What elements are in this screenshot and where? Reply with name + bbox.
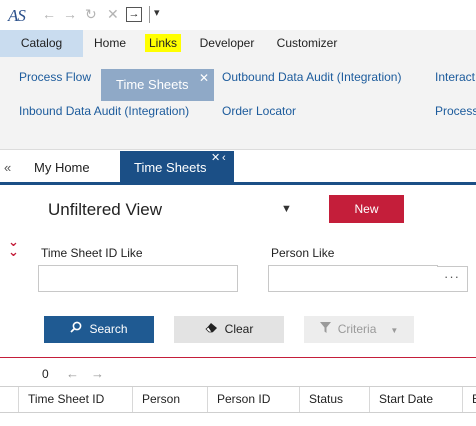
clear-button[interactable]: Clear bbox=[174, 316, 284, 343]
tab-customizer-label: Customizer bbox=[276, 36, 338, 50]
search-icon bbox=[70, 316, 82, 343]
document-tabs: « My Home Time Sheets ✕ ‹ bbox=[0, 151, 476, 185]
collapse-filters-icon[interactable]: ⌄ ⌄ bbox=[8, 235, 19, 258]
link-time-sheets-label: Time Sheets bbox=[116, 77, 189, 92]
title-bar: AS ← → ↻ ✕ → ▾ bbox=[0, 0, 476, 30]
chevron-left-icon[interactable]: ‹ bbox=[222, 142, 226, 175]
close-icon[interactable]: ✕ bbox=[107, 7, 119, 21]
column-header-status[interactable]: Status bbox=[299, 387, 369, 412]
tab-time-sheets[interactable]: Time Sheets ✕ ‹ bbox=[120, 151, 234, 184]
tab-time-sheets-label: Time Sheets bbox=[134, 160, 207, 175]
time-sheet-id-label: Time Sheet ID Like bbox=[41, 246, 143, 260]
tab-catalog[interactable]: Catalog bbox=[0, 30, 83, 57]
link-interact[interactable]: Interact bbox=[435, 70, 475, 84]
close-icon[interactable]: ✕ bbox=[199, 62, 209, 94]
tab-links[interactable]: Links bbox=[141, 30, 185, 57]
grid-header: Time Sheet ID Person Person ID Status St… bbox=[0, 386, 476, 413]
ribbon-tabs: Catalog Home Links Developer Customizer bbox=[0, 30, 476, 57]
criteria-button-label: Criteria bbox=[337, 322, 377, 336]
chevron-down-icon[interactable]: ▼ bbox=[281, 203, 292, 215]
person-label: Person Like bbox=[271, 246, 335, 260]
tab-catalog-label: Catalog bbox=[20, 36, 63, 50]
criteria-button[interactable]: Criteria ▼ bbox=[304, 316, 414, 343]
view-selector[interactable]: Unfiltered View bbox=[48, 200, 162, 220]
arrow-right-icon[interactable]: → bbox=[91, 366, 104, 381]
link-outbound-data-audit[interactable]: Outbound Data Audit (Integration) bbox=[222, 70, 401, 84]
tab-links-label: Links bbox=[144, 34, 181, 52]
column-header-person[interactable]: Person bbox=[132, 387, 207, 412]
arrow-left-icon[interactable]: ← bbox=[42, 7, 56, 21]
chevron-down-icon: ▼ bbox=[390, 326, 399, 335]
link-process[interactable]: Process bbox=[435, 104, 476, 118]
record-count: 0 bbox=[42, 367, 49, 381]
chevron-down-icon[interactable]: ▾ bbox=[154, 6, 160, 19]
person-lookup-button[interactable]: ··· bbox=[437, 266, 468, 292]
signout-box-icon[interactable]: → bbox=[126, 7, 142, 22]
clear-button-label: Clear bbox=[224, 322, 254, 336]
column-header-end[interactable]: E bbox=[462, 387, 476, 412]
filter-icon bbox=[319, 316, 331, 343]
app-logo: AS bbox=[8, 6, 26, 25]
new-button[interactable]: New bbox=[329, 195, 404, 223]
column-header-start-date[interactable]: Start Date bbox=[369, 387, 462, 412]
section-divider bbox=[0, 357, 476, 358]
link-process-flow[interactable]: Process Flow bbox=[19, 70, 91, 84]
tab-developer[interactable]: Developer bbox=[195, 30, 259, 57]
tab-developer-label: Developer bbox=[199, 36, 255, 50]
tab-home-label: Home bbox=[93, 36, 126, 50]
person-input[interactable] bbox=[268, 265, 438, 292]
tab-my-home[interactable]: My Home bbox=[34, 160, 90, 175]
search-button-label: Search bbox=[89, 322, 128, 336]
arrow-left-icon[interactable]: ← bbox=[66, 366, 79, 381]
link-time-sheets[interactable]: Time Sheets ✕ bbox=[101, 69, 214, 101]
tab-customizer[interactable]: Customizer bbox=[273, 30, 341, 57]
arrow-right-icon[interactable]: → bbox=[63, 7, 77, 21]
row-selector-header bbox=[0, 387, 18, 412]
double-chevron-left-icon[interactable]: « bbox=[4, 160, 11, 175]
ribbon-links-panel: Process Flow Time Sheets ✕ Outbound Data… bbox=[0, 57, 476, 150]
time-sheet-id-input[interactable] bbox=[38, 265, 238, 292]
quick-access-divider bbox=[149, 6, 150, 23]
link-order-locator[interactable]: Order Locator bbox=[222, 104, 296, 118]
tab-home[interactable]: Home bbox=[88, 30, 132, 57]
link-inbound-data-audit[interactable]: Inbound Data Audit (Integration) bbox=[19, 104, 189, 118]
column-header-time-sheet-id[interactable]: Time Sheet ID bbox=[18, 387, 132, 412]
search-button[interactable]: Search bbox=[44, 316, 154, 343]
close-icon[interactable]: ✕ bbox=[211, 142, 220, 175]
refresh-icon[interactable]: ↻ bbox=[85, 7, 97, 21]
column-header-person-id[interactable]: Person ID bbox=[207, 387, 299, 412]
eraser-icon bbox=[205, 316, 218, 343]
